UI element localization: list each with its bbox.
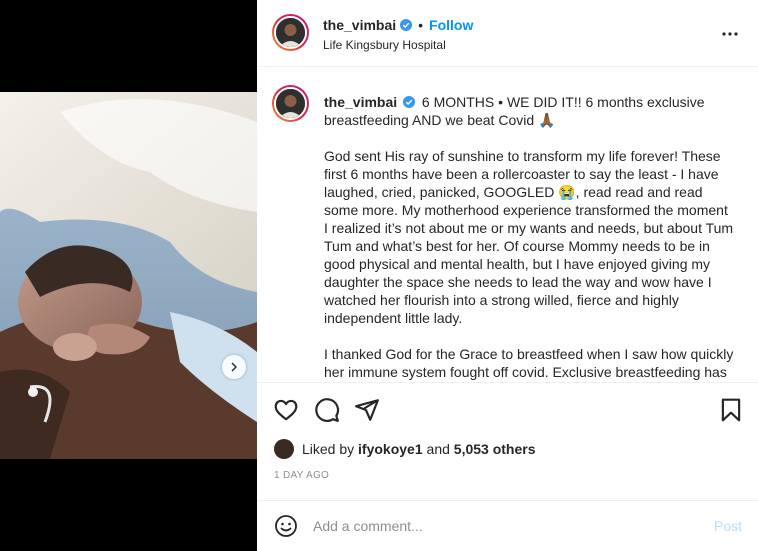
liked-by-row: Liked by ifyokoye1 and 5,053 others [274, 437, 536, 461]
likes-count[interactable]: 5,053 others [454, 441, 536, 457]
comment-icon[interactable] [314, 397, 340, 423]
post-location[interactable]: Life Kingsbury Hospital [323, 38, 446, 52]
emoji-icon[interactable] [274, 514, 298, 538]
comment-input[interactable] [313, 515, 693, 537]
caption-body: God sent His ray of sunshine to transfor… [324, 147, 734, 382]
liked-by-prefix: Liked by [302, 441, 355, 457]
caption-paragraph: I thanked God for the Grace to breastfee… [324, 346, 734, 380]
verified-badge-icon [400, 19, 413, 31]
post-photo [0, 92, 257, 459]
caption-paragraph: God sent His ray of sunshine to transfor… [324, 148, 734, 326]
liked-by-and: and [426, 441, 450, 457]
comment-bar: Post [257, 500, 758, 551]
verified-badge-icon [403, 96, 416, 108]
caption-headline: the_vimbai 6 MONTHS • WE DID IT!! 6 mont… [324, 93, 734, 129]
post-header: the_vimbai • Follow Life Kingsbury Hospi… [257, 0, 758, 67]
heart-icon[interactable] [273, 397, 299, 423]
newborn-photo-illustration [0, 92, 257, 459]
header-user-row: the_vimbai • Follow [323, 17, 473, 33]
more-options-icon[interactable] [720, 24, 740, 44]
liker-username[interactable]: ifyokoye1 [358, 441, 423, 457]
separator-dot: • [418, 17, 424, 33]
chevron-right-icon [231, 362, 237, 372]
post-timestamp[interactable]: 1 DAY AGO [274, 470, 329, 481]
caption-section: the_vimbai 6 MONTHS • WE DID IT!! 6 mont… [257, 68, 758, 382]
share-icon[interactable] [354, 397, 380, 423]
follow-button[interactable]: Follow [429, 17, 473, 33]
post-details-panel: the_vimbai • Follow Life Kingsbury Hospi… [257, 0, 758, 551]
next-photo-button[interactable] [222, 355, 246, 379]
caption-author-avatar[interactable] [272, 85, 309, 122]
post-comment-button[interactable]: Post [714, 518, 742, 534]
author-username[interactable]: the_vimbai [323, 17, 396, 33]
liker-avatar[interactable] [274, 439, 294, 459]
caption-username[interactable]: the_vimbai [324, 94, 397, 110]
action-bar [257, 382, 758, 436]
bookmark-icon[interactable] [718, 397, 744, 423]
post-media-pane [0, 0, 257, 551]
author-avatar[interactable] [272, 14, 309, 51]
